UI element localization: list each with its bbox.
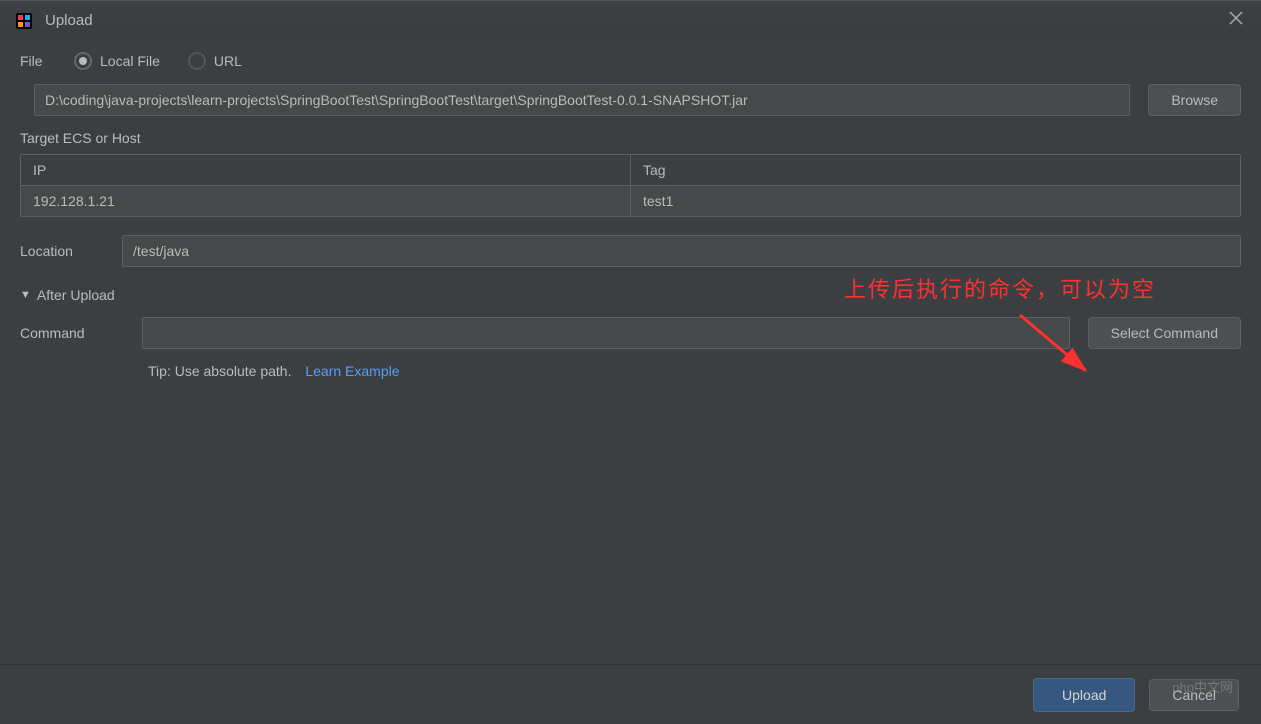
table-row[interactable]: 192.128.1.21 test1 (21, 185, 1240, 216)
radio-local-file-label[interactable]: Local File (100, 53, 160, 69)
after-upload-expander[interactable]: ▼ After Upload (20, 287, 1241, 303)
tip-row: Tip: Use absolute path. Learn Example (148, 363, 1241, 379)
select-command-button[interactable]: Select Command (1088, 317, 1241, 349)
file-path-input[interactable] (34, 84, 1130, 116)
chevron-down-icon: ▼ (20, 289, 31, 301)
radio-url-label[interactable]: URL (214, 53, 242, 69)
target-table: IP Tag 192.128.1.21 test1 (20, 154, 1241, 217)
cancel-button[interactable]: Cancel (1149, 679, 1239, 711)
cell-ip: 192.128.1.21 (21, 186, 631, 216)
after-upload-label: After Upload (37, 287, 115, 303)
tip-text: Tip: Use absolute path. (148, 363, 291, 379)
location-label: Location (20, 243, 108, 259)
radio-url[interactable] (188, 52, 206, 70)
target-section-label: Target ECS or Host (20, 130, 1241, 146)
command-label: Command (20, 325, 128, 341)
dialog-title: Upload (45, 12, 93, 29)
learn-example-link[interactable]: Learn Example (305, 363, 399, 379)
file-label: File (20, 53, 60, 69)
location-input[interactable] (122, 235, 1241, 267)
table-header: IP Tag (21, 155, 1240, 185)
radio-local-file[interactable] (74, 52, 92, 70)
col-header-ip[interactable]: IP (21, 155, 631, 185)
col-header-tag[interactable]: Tag (631, 155, 1240, 185)
dialog-footer: Upload Cancel (0, 664, 1261, 724)
browse-button[interactable]: Browse (1148, 84, 1241, 116)
cell-tag: test1 (631, 186, 1240, 216)
close-icon[interactable] (1229, 11, 1243, 30)
titlebar: Upload (0, 0, 1261, 40)
upload-button[interactable]: Upload (1033, 678, 1135, 712)
app-icon (15, 12, 33, 30)
command-input[interactable] (142, 317, 1070, 349)
file-source-row: File Local File URL (20, 52, 1241, 70)
